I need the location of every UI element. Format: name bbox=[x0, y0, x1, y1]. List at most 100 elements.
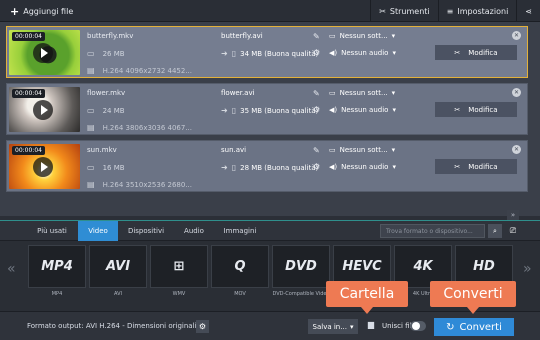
chevron-down-icon: ▾ bbox=[392, 163, 396, 171]
save-to-label: Salva in... bbox=[312, 322, 347, 331]
file-icon: ▯ bbox=[231, 49, 237, 58]
tab-images[interactable]: Immagini bbox=[214, 221, 266, 241]
output-filename[interactable]: flower.avi bbox=[221, 89, 255, 97]
edit-label: Modifica bbox=[468, 105, 498, 114]
format-label: MP4 bbox=[51, 291, 63, 297]
output-settings-gear-icon[interactable]: ⚙ bbox=[313, 48, 320, 57]
format-dvd[interactable]: DVD DVD-Compatible Video bbox=[272, 245, 330, 300]
tab-video[interactable]: Video bbox=[78, 221, 118, 241]
file-row[interactable]: 00:00:04 flower.mkv ▭ 24 MB ▤ H.264 3806x3… bbox=[6, 83, 528, 135]
toggle-knob bbox=[412, 322, 420, 330]
quicktime-logo-icon: Q bbox=[211, 245, 269, 288]
format-mp4[interactable]: MP4 MP4 bbox=[28, 245, 86, 300]
file-list: 00:00:04 butterfly.mkv ▭ 26 MB ▤ H.264 409… bbox=[0, 22, 540, 216]
source-info: H.264 3510x2536 2680... bbox=[102, 180, 193, 189]
tools-button[interactable]: ✂ Strumenti bbox=[370, 0, 437, 22]
chevron-down-icon: ▾ bbox=[392, 106, 396, 114]
rename-pencil-icon[interactable]: ✎ bbox=[313, 146, 320, 155]
remove-file-icon[interactable]: ✕ bbox=[512, 88, 521, 97]
arrow-right-icon: ➜ bbox=[221, 49, 228, 58]
file-row[interactable]: 00:00:04 butterfly.mkv ▭ 26 MB ▤ H.264 409… bbox=[6, 26, 528, 78]
windows-logo-icon: ⊞ bbox=[150, 245, 208, 288]
subtitles-label: Nessun sott... bbox=[339, 89, 388, 97]
format-search-input[interactable]: Trova formato o dispositivo... bbox=[380, 224, 485, 238]
duration-badge: 00:00:04 bbox=[12, 89, 45, 98]
subtitles-dropdown[interactable]: ▭ Nessun sott... ▾ bbox=[329, 32, 395, 40]
subtitles-dropdown[interactable]: ▭ Nessun sott... ▾ bbox=[329, 89, 395, 97]
format-label: DVD-Compatible Video bbox=[272, 291, 330, 297]
subtitles-icon: ▭ bbox=[329, 89, 336, 97]
format-mov[interactable]: Q MOV bbox=[211, 245, 269, 300]
folder-icon[interactable]: ▆ bbox=[364, 320, 378, 333]
tab-most-used[interactable]: Più usati bbox=[26, 221, 78, 241]
audio-label: Nessun audio bbox=[341, 49, 389, 57]
output-size: 34 MB (Buona qualità) bbox=[240, 49, 319, 58]
add-files-label: Aggiungi file bbox=[23, 6, 74, 16]
share-button[interactable]: ⋖ bbox=[516, 0, 540, 22]
thumbnail-butterfly: 00:00:04 bbox=[9, 30, 80, 75]
output-settings-gear-icon[interactable]: ⚙ bbox=[313, 105, 320, 114]
avi-logo: AVI bbox=[89, 245, 147, 288]
edit-button[interactable]: ✂ Modifica bbox=[435, 159, 517, 174]
remove-file-icon[interactable]: ✕ bbox=[512, 145, 521, 154]
format-avi[interactable]: AVI AVI bbox=[89, 245, 147, 300]
device-detect-icon[interactable]: ⎚ bbox=[506, 224, 520, 238]
chevron-down-icon: ▾ bbox=[391, 146, 396, 154]
play-icon[interactable] bbox=[33, 43, 53, 63]
film-icon: ▤ bbox=[87, 180, 95, 189]
search-icon[interactable]: ⌕ bbox=[488, 224, 502, 238]
film-icon: ▤ bbox=[87, 66, 95, 75]
settings-button[interactable]: ≡ Impostazioni bbox=[437, 0, 517, 22]
scissors-icon: ✂ bbox=[454, 162, 461, 171]
tools-label: Strumenti bbox=[389, 6, 430, 16]
output-filename[interactable]: butterfly.avi bbox=[221, 32, 263, 40]
output-filename[interactable]: sun.avi bbox=[221, 146, 246, 154]
audio-dropdown[interactable]: ◀) Nessun audio ▾ bbox=[329, 106, 396, 114]
play-icon[interactable] bbox=[33, 100, 53, 120]
subtitles-dropdown[interactable]: ▭ Nessun sott... ▾ bbox=[329, 146, 395, 154]
format-label: AVI bbox=[114, 291, 122, 297]
audio-label: Nessun audio bbox=[341, 106, 389, 114]
settings-label: Impostazioni bbox=[457, 6, 509, 16]
source-info: H.264 3806x3036 4067... bbox=[102, 123, 193, 132]
audio-dropdown[interactable]: ◀) Nessun audio ▾ bbox=[329, 49, 396, 57]
folder-icon: ▭ bbox=[87, 106, 95, 115]
audio-dropdown[interactable]: ◀) Nessun audio ▾ bbox=[329, 163, 396, 171]
remove-file-icon[interactable]: ✕ bbox=[512, 31, 521, 40]
collapse-chevron-icon[interactable]: » bbox=[507, 210, 519, 220]
subtitles-label: Nessun sott... bbox=[339, 146, 388, 154]
play-icon[interactable] bbox=[33, 157, 53, 177]
scroll-left-icon[interactable]: « bbox=[7, 261, 16, 277]
save-to-dropdown[interactable]: Salva in... ▾ bbox=[308, 319, 358, 334]
edit-button[interactable]: ✂ Modifica bbox=[435, 45, 517, 60]
folder-icon: ▭ bbox=[87, 49, 95, 58]
subtitles-icon: ▭ bbox=[329, 146, 336, 154]
output-size: 35 MB (Buona qualità) bbox=[240, 106, 319, 115]
edit-button[interactable]: ✂ Modifica bbox=[435, 102, 517, 117]
speaker-icon: ◀) bbox=[329, 49, 338, 57]
rename-pencil-icon[interactable]: ✎ bbox=[313, 89, 320, 98]
tab-audio[interactable]: Audio bbox=[174, 221, 214, 241]
file-row[interactable]: 00:00:04 sun.mkv ▭ 16 MB ▤ H.264 3510x2536… bbox=[6, 140, 528, 192]
convert-callout: Converti bbox=[430, 281, 516, 314]
tab-devices[interactable]: Dispositivi bbox=[118, 221, 174, 241]
dvd-logo: DVD bbox=[272, 245, 330, 288]
rename-pencil-icon[interactable]: ✎ bbox=[313, 32, 320, 41]
source-size: 16 MB bbox=[102, 163, 125, 172]
film-icon: ▤ bbox=[87, 123, 95, 132]
convert-button[interactable]: ↻ Converti bbox=[434, 318, 514, 336]
chevron-down-icon: ▾ bbox=[391, 32, 396, 40]
refresh-icon: ↻ bbox=[446, 321, 455, 333]
scroll-right-icon[interactable]: » bbox=[523, 261, 532, 277]
scissors-icon: ✂ bbox=[454, 48, 461, 57]
output-settings-gear-icon[interactable]: ⚙ bbox=[196, 320, 209, 333]
format-wmv[interactable]: ⊞ WMV bbox=[150, 245, 208, 300]
scissors-icon: ✂ bbox=[454, 105, 461, 114]
convert-label: Converti bbox=[459, 321, 502, 333]
folder-callout: Cartella bbox=[326, 281, 408, 314]
subtitles-icon: ▭ bbox=[329, 32, 336, 40]
output-settings-gear-icon[interactable]: ⚙ bbox=[313, 162, 320, 171]
add-files-button[interactable]: + Aggiungi file bbox=[4, 3, 79, 19]
duration-badge: 00:00:04 bbox=[12, 32, 45, 41]
audio-label: Nessun audio bbox=[341, 163, 389, 171]
